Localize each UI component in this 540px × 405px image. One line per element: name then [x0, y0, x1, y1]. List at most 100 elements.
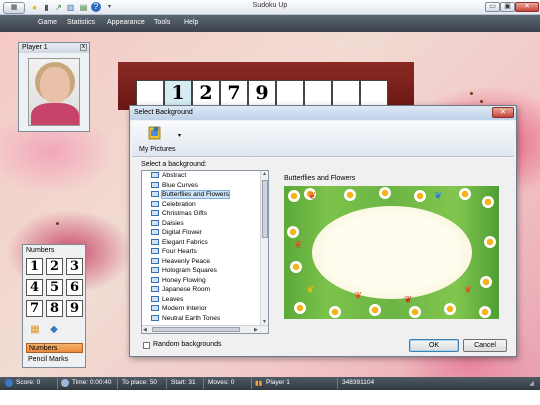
list-item-label: Elegant Fabrics: [162, 238, 208, 246]
random-backgrounds-checkbox[interactable]: [143, 342, 150, 349]
menu-statistics[interactable]: Statistics: [65, 18, 97, 27]
list-item[interactable]: Four Hearts: [151, 248, 197, 257]
scroll-right-icon[interactable]: ▶: [254, 327, 258, 333]
number-key-7[interactable]: 7: [26, 300, 43, 317]
board-cell[interactable]: 1: [164, 80, 192, 106]
my-pictures-button[interactable]: My Pictures: [139, 146, 176, 153]
dialog-title: Select Background: [134, 109, 193, 116]
number-key-9[interactable]: 9: [66, 300, 83, 317]
board-cell-empty[interactable]: [304, 80, 332, 106]
status-divider: [337, 378, 338, 389]
status-moves: Moves: 0: [208, 379, 235, 386]
menu-appearance[interactable]: Appearance: [105, 18, 147, 27]
list-item[interactable]: Heavenly Peace: [151, 257, 211, 267]
menu-help[interactable]: Help: [182, 18, 200, 27]
eraser-icon[interactable]: ◆: [47, 324, 61, 337]
list-item[interactable]: Honey Flowing: [151, 276, 206, 286]
background-item-icon: [151, 229, 159, 235]
board-cell-empty[interactable]: [360, 80, 388, 106]
background-item-icon: [151, 276, 159, 283]
list-item[interactable]: Digital Flower: [151, 229, 202, 238]
status-divider: [57, 378, 58, 389]
list-item[interactable]: Abstract: [151, 172, 186, 181]
list-item-label: Christmas Gifts: [162, 210, 208, 217]
list-item-label: Hologram Squares: [162, 267, 217, 274]
list-item-label: Digital Flower: [162, 229, 202, 236]
background-item-icon: [151, 257, 159, 264]
board-cell[interactable]: 7: [220, 80, 248, 106]
board-cell[interactable]: 2: [192, 80, 220, 106]
list-item[interactable]: Blue Curves: [151, 181, 198, 191]
board-cell-empty[interactable]: [332, 80, 360, 106]
scroll-thumb[interactable]: [262, 180, 268, 238]
grid-icon[interactable]: ▦: [28, 324, 42, 337]
clock-icon: [61, 379, 69, 387]
background-item-icon: [151, 181, 159, 188]
daisy-decoration: [484, 236, 496, 248]
butterfly-decoration: ❦: [306, 285, 315, 296]
restore-icon[interactable]: ▭: [485, 2, 500, 12]
background-preview: ❦ ❦ ❦ ❦ ❦ ❦ ❦: [284, 186, 499, 319]
list-item[interactable]: Christmas Gifts: [151, 210, 207, 219]
vertical-scrollbar[interactable]: ▲ ▼: [260, 171, 268, 326]
number-key-5[interactable]: 5: [46, 279, 63, 296]
menu-tools[interactable]: Tools: [152, 18, 172, 27]
scroll-left-icon[interactable]: ◀: [143, 327, 147, 333]
daisy-decoration: [414, 190, 426, 202]
close-icon[interactable]: ✕: [492, 107, 514, 118]
list-item[interactable]: Celebration: [151, 200, 196, 210]
player-avatar[interactable]: [28, 58, 80, 126]
list-item-label: Leaves: [162, 295, 184, 303]
list-item[interactable]: Daisies: [151, 219, 184, 229]
maximize-icon[interactable]: ▣: [500, 2, 515, 12]
list-item[interactable]: Leaves: [151, 295, 184, 305]
board-cell-empty[interactable]: [276, 80, 304, 106]
pencil-marks-button[interactable]: Pencil Marks: [26, 355, 83, 365]
daisy-decoration: [444, 303, 456, 315]
butterfly-decoration: ❦: [464, 285, 473, 296]
ok-button[interactable]: OK: [409, 339, 459, 352]
player-panel-header: Player 1 x: [19, 43, 89, 53]
status-to-place: To place: 50: [122, 379, 158, 386]
status-divider: [117, 378, 118, 389]
numbers-panel-title: Numbers: [26, 247, 55, 254]
number-key-4[interactable]: 4: [26, 279, 43, 296]
board-cell-empty[interactable]: [136, 80, 164, 106]
list-item[interactable]: Neutral Earth Tones: [151, 314, 220, 324]
list-item[interactable]: Japanese Room: [151, 286, 210, 295]
dialog-toolbar: ▾ My Pictures: [132, 121, 514, 157]
number-key-6[interactable]: 6: [66, 279, 83, 296]
list-item[interactable]: Hologram Squares: [151, 267, 217, 276]
list-item-label: Heavenly Peace: [162, 257, 211, 265]
resize-grip-icon[interactable]: ◢: [529, 379, 534, 387]
number-key-1[interactable]: 1: [26, 258, 43, 275]
daisy-decoration: [329, 306, 341, 318]
my-pictures-icon[interactable]: [148, 125, 162, 141]
score-icon: [5, 379, 13, 387]
scroll-thumb[interactable]: [152, 327, 240, 332]
random-backgrounds-label[interactable]: Random backgrounds: [153, 341, 222, 348]
dropdown-arrow-icon[interactable]: ▾: [178, 132, 181, 139]
list-item[interactable]: Elegant Fabrics: [151, 238, 208, 248]
daisy-decoration: [409, 306, 421, 318]
scroll-up-icon[interactable]: ▲: [262, 171, 267, 177]
background-item-icon: [151, 238, 159, 245]
cancel-button[interactable]: Cancel: [463, 339, 507, 352]
board-cell[interactable]: 9: [248, 80, 276, 106]
avatar-face: [40, 67, 70, 103]
background-list[interactable]: Abstract Blue Curves Butterflies and Flo…: [141, 170, 269, 334]
list-item-selected[interactable]: Butterflies and Flowers: [151, 190, 231, 200]
flower-stamen: [480, 100, 483, 103]
close-icon[interactable]: ✕: [515, 2, 539, 12]
number-key-3[interactable]: 3: [66, 258, 83, 275]
player-name: Player 1: [22, 44, 48, 51]
number-key-8[interactable]: 8: [46, 300, 63, 317]
horizontal-scrollbar[interactable]: ◀ ▶: [142, 325, 268, 333]
close-icon[interactable]: x: [80, 44, 87, 51]
numbers-mode-button[interactable]: Numbers: [26, 343, 83, 353]
menu-game[interactable]: Game: [36, 18, 59, 27]
list-item[interactable]: Modern Interior: [151, 305, 207, 314]
number-key-2[interactable]: 2: [46, 258, 63, 275]
background-item-icon: [151, 305, 159, 311]
select-background-dialog: Select Background ✕ ▾ My Pictures Select…: [129, 105, 517, 357]
